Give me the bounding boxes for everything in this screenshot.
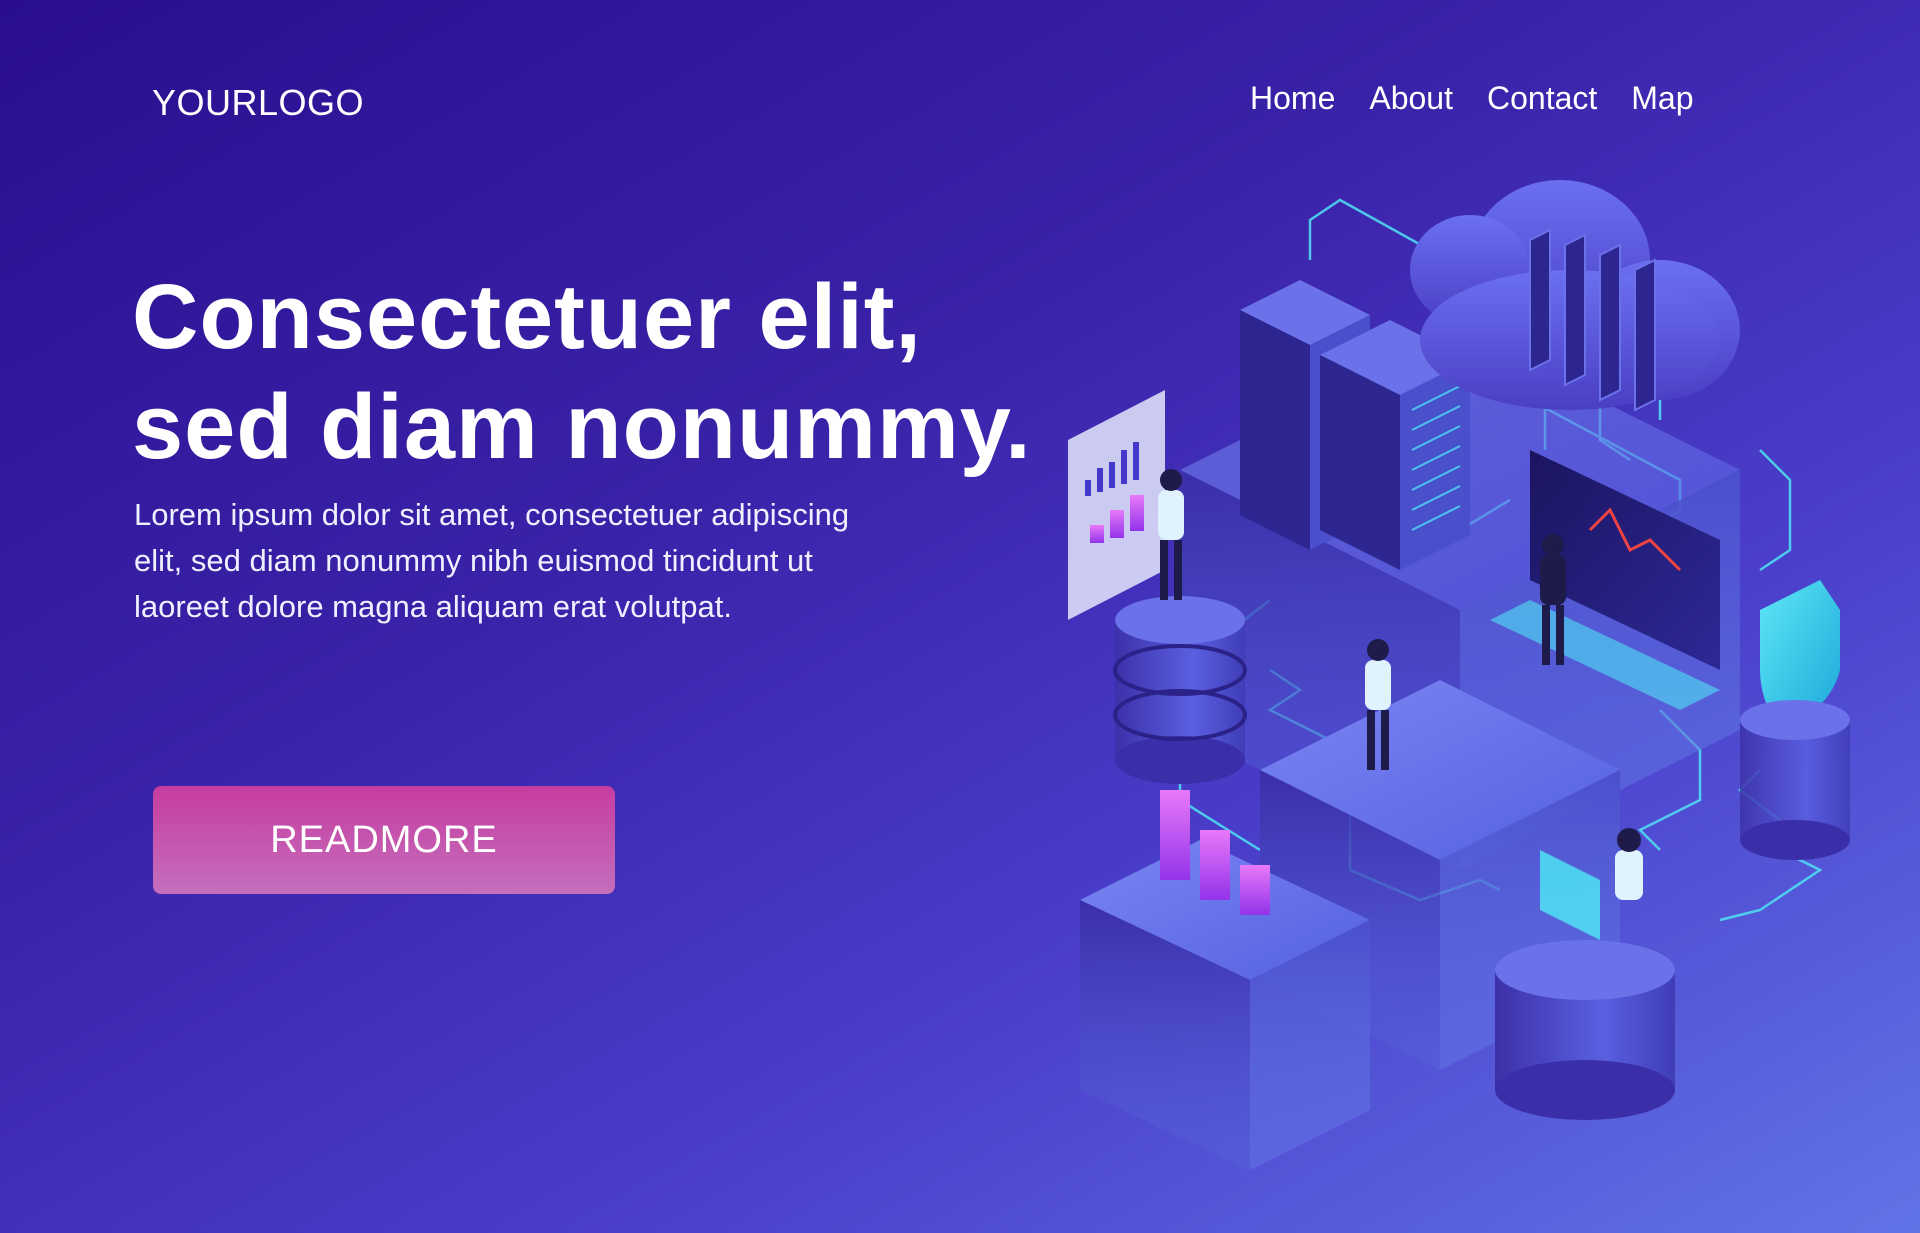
hero-headline-line-1: Consectetuer elit, — [132, 266, 922, 368]
nav-contact-link[interactable]: Contact — [1487, 80, 1597, 117]
nav-home-link[interactable]: Home — [1250, 80, 1335, 117]
cloud-icon — [1410, 180, 1740, 412]
nav-about-link[interactable]: About — [1369, 80, 1453, 117]
hero-headline-line-2: sed diam nonummy. — [132, 376, 1032, 478]
nav-map-link[interactable]: Map — [1631, 80, 1693, 117]
shield-icon — [1740, 580, 1850, 860]
hero-description: Lorem ipsum dolor sit amet, consectetuer… — [134, 492, 954, 630]
hero-description-line-3: laoreet dolore magna aliquam erat volutp… — [134, 589, 732, 624]
hero-description-line-1: Lorem ipsum dolor sit amet, consectetuer… — [134, 497, 850, 532]
hero-description-line-2: elit, sed diam nonummy nibh euismod tinc… — [134, 543, 813, 578]
main-nav: Home About Contact Map — [1250, 80, 1694, 117]
isometric-server-illustration — [1068, 180, 1850, 1170]
analytics-board — [1068, 390, 1165, 620]
database-cylinder — [1113, 596, 1247, 784]
hero-headline: Consectetuer elit, sed diam nonummy. — [132, 262, 1032, 482]
site-logo[interactable]: YOURLOGO — [152, 82, 364, 124]
readmore-button[interactable]: READMORE — [153, 786, 615, 894]
